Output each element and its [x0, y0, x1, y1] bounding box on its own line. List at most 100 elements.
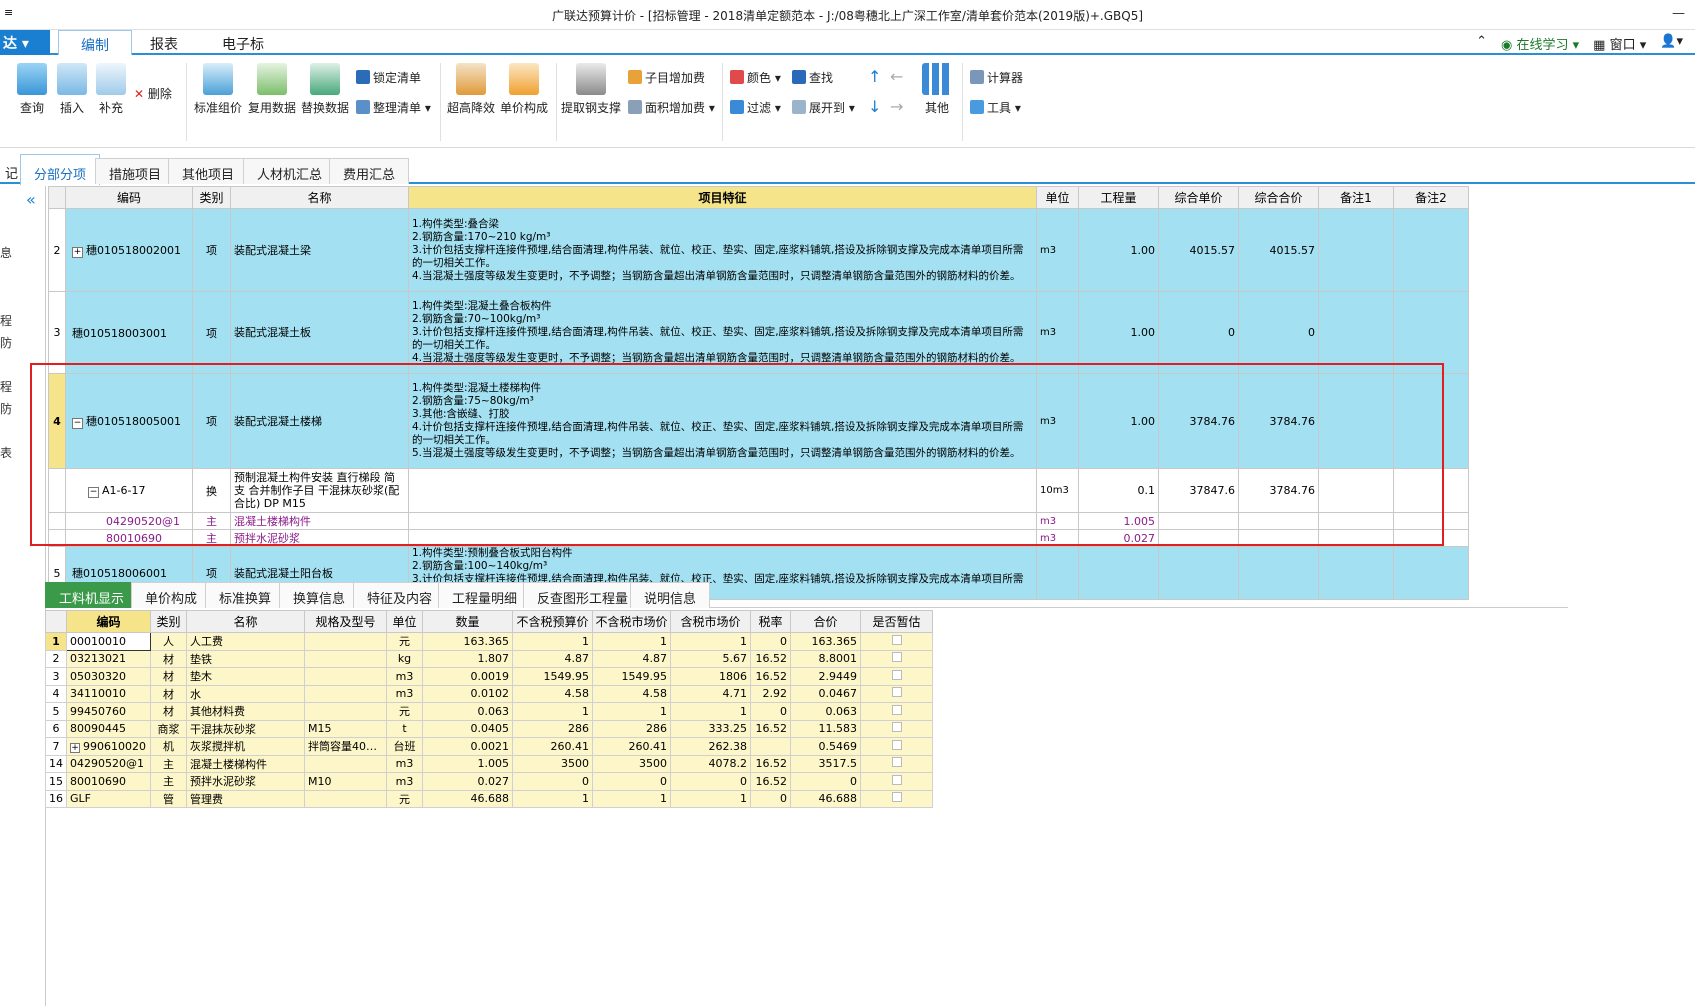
- item-type[interactable]: 项: [192, 291, 231, 374]
- expand-toggle-icon[interactable]: +: [70, 742, 80, 753]
- resource-tax-market-price[interactable]: 0: [670, 772, 751, 791]
- nav-text[interactable]: 程: [0, 312, 12, 329]
- item-quantity[interactable]: 0.027: [1078, 529, 1159, 547]
- resource-quantity[interactable]: 163.365: [422, 632, 513, 651]
- resource-budget-price[interactable]: 1: [512, 702, 593, 721]
- resource-unit[interactable]: m3: [386, 684, 423, 703]
- row-number[interactable]: 7: [45, 737, 67, 756]
- resource-type[interactable]: 主: [150, 772, 187, 791]
- header-remark1[interactable]: 备注1: [1318, 186, 1394, 209]
- nav-text[interactable]: 程: [0, 378, 12, 395]
- resource-budget-price[interactable]: 1: [512, 632, 593, 651]
- resource-code-cell[interactable]: 80090445: [66, 719, 151, 738]
- resource-tax-rate[interactable]: 0: [750, 789, 791, 808]
- resource-name[interactable]: 干混抹灰砂浆: [186, 719, 305, 738]
- provisional-checkbox[interactable]: [891, 774, 902, 785]
- resource-tax-market-price[interactable]: 1: [670, 702, 751, 721]
- item-quantity[interactable]: 1.00: [1078, 208, 1159, 292]
- item-quantity[interactable]: 0.1: [1078, 468, 1159, 513]
- item-code-cell[interactable]: + 穗010518002001: [65, 208, 193, 292]
- item-unit-price[interactable]: 0: [1158, 291, 1239, 374]
- bill-row[interactable]: 2 + 穗010518002001 项装配式混凝土梁 1.构件类型:叠合梁 2.钢筋含量…: [48, 208, 1469, 292]
- tidy-list-button[interactable]: 整理清单 ▾: [356, 99, 431, 116]
- header-unit-price[interactable]: 综合单价: [1158, 186, 1239, 209]
- filter-button[interactable]: 过滤 ▾: [730, 99, 781, 116]
- resource-row[interactable]: 15 80010690 主预拌水泥砂浆 M10 m3 0.027 0 0 0 16.52 0: [45, 772, 933, 791]
- resource-budget-price[interactable]: 260.41: [512, 737, 593, 756]
- resource-quantity[interactable]: 1.005: [422, 754, 513, 773]
- row-number[interactable]: 16: [45, 789, 67, 808]
- resource-quantity[interactable]: 46.688: [422, 789, 513, 808]
- resource-tax-rate[interactable]: 16.52: [750, 649, 791, 668]
- resource-market-price[interactable]: 1: [592, 702, 671, 721]
- resource-type[interactable]: 主: [150, 754, 187, 773]
- resource-quantity[interactable]: 0.063: [422, 702, 513, 721]
- item-quantity[interactable]: 1.005: [1078, 512, 1159, 530]
- find-button[interactable]: 查找: [792, 69, 833, 86]
- item-remark1[interactable]: [1318, 512, 1394, 530]
- tab-sub-items[interactable]: 分部分项: [20, 154, 101, 185]
- provisional-checkbox-cell[interactable]: [860, 737, 933, 756]
- resource-market-price[interactable]: 4.87: [592, 649, 671, 668]
- resource-row[interactable]: 7 +990610020 机灰浆搅拌机 拌筒容量40… 台班 0.0021 260.41 26…: [45, 737, 933, 756]
- item-unit[interactable]: m3: [1036, 208, 1079, 292]
- header-quantity[interactable]: 工程量: [1078, 186, 1159, 209]
- delete-button[interactable]: ✕ 删除: [134, 85, 172, 102]
- resource-spec[interactable]: [304, 649, 387, 668]
- tab-unit-price-composition[interactable]: 单价构成: [131, 582, 212, 608]
- expand-toggle-icon[interactable]: −: [88, 486, 99, 498]
- resource-tax-market-price[interactable]: 5.67: [670, 649, 751, 668]
- row-number[interactable]: 1: [45, 632, 67, 651]
- lower-header-provisional[interactable]: 是否暂估: [860, 610, 933, 633]
- lock-list-button[interactable]: 锁定清单: [356, 69, 421, 86]
- resource-name[interactable]: 垫铁: [186, 649, 305, 668]
- resource-market-price[interactable]: 0: [592, 772, 671, 791]
- resource-unit[interactable]: t: [386, 719, 423, 738]
- expand-to-button[interactable]: 展开到 ▾: [792, 99, 855, 116]
- resource-total[interactable]: 0.5469: [790, 737, 861, 756]
- resource-spec[interactable]: [304, 702, 387, 721]
- resource-tax-rate[interactable]: 0: [750, 632, 791, 651]
- provisional-checkbox-cell[interactable]: [860, 754, 933, 773]
- resource-total[interactable]: 11.583: [790, 719, 861, 738]
- item-total[interactable]: [1238, 529, 1319, 547]
- resource-tax-rate[interactable]: 2.92: [750, 684, 791, 703]
- item-remark1[interactable]: [1318, 468, 1394, 513]
- resource-name[interactable]: 灰浆搅拌机: [186, 737, 305, 756]
- lower-header-total[interactable]: 合价: [790, 610, 861, 633]
- item-feature[interactable]: 1.构件类型:混凝土叠合板构件 2.钢筋含量:70~100kg/m³ 3.计价包…: [408, 291, 1037, 374]
- header-type[interactable]: 类别: [192, 186, 231, 209]
- standard-pricing-button[interactable]: 标准组价: [193, 63, 243, 116]
- row-number[interactable]: 2: [45, 649, 67, 668]
- resource-name[interactable]: 人工费: [186, 632, 305, 651]
- item-name[interactable]: 装配式混凝土楼梯: [230, 373, 409, 469]
- resource-tax-market-price[interactable]: 1: [670, 632, 751, 651]
- resource-total[interactable]: 0.063: [790, 702, 861, 721]
- bill-row[interactable]: 04290520@1 主混凝土楼梯构件 m3 1.005: [48, 512, 1469, 530]
- resource-tax-market-price[interactable]: 1: [670, 789, 751, 808]
- item-remark1[interactable]: [1318, 208, 1394, 292]
- resource-total[interactable]: 8.8001: [790, 649, 861, 668]
- unit-price-composition-button[interactable]: 单价构成: [499, 63, 549, 116]
- item-quantity[interactable]: 1.00: [1078, 373, 1159, 469]
- resource-name[interactable]: 混凝土楼梯构件: [186, 754, 305, 773]
- resource-total[interactable]: 46.688: [790, 789, 861, 808]
- resource-quantity[interactable]: 0.0102: [422, 684, 513, 703]
- area-add-fee-button[interactable]: 面积增加费 ▾: [628, 99, 715, 116]
- tab-quantity-detail[interactable]: 工程量明细: [438, 582, 532, 608]
- bill-row[interactable]: 80010690 主预拌水泥砂浆 m3 0.027: [48, 529, 1469, 547]
- tab-cost-summary[interactable]: 费用汇总: [329, 158, 410, 184]
- row-number[interactable]: 5: [45, 702, 67, 721]
- other-button[interactable]: 其他: [920, 63, 954, 116]
- resource-quantity[interactable]: 1.807: [422, 649, 513, 668]
- item-name[interactable]: 混凝土楼梯构件: [230, 512, 409, 530]
- window-controls[interactable]: —: [1672, 6, 1685, 21]
- provisional-checkbox-cell[interactable]: [860, 719, 933, 738]
- item-type[interactable]: 项: [192, 373, 231, 469]
- item-feature[interactable]: [408, 529, 1037, 547]
- tab-measures[interactable]: 措施项目: [95, 158, 176, 184]
- resource-code-cell[interactable]: 00010010: [66, 632, 151, 651]
- insert-button[interactable]: 插入: [54, 63, 90, 116]
- row-number[interactable]: 6: [45, 719, 67, 738]
- resource-budget-price[interactable]: 4.87: [512, 649, 593, 668]
